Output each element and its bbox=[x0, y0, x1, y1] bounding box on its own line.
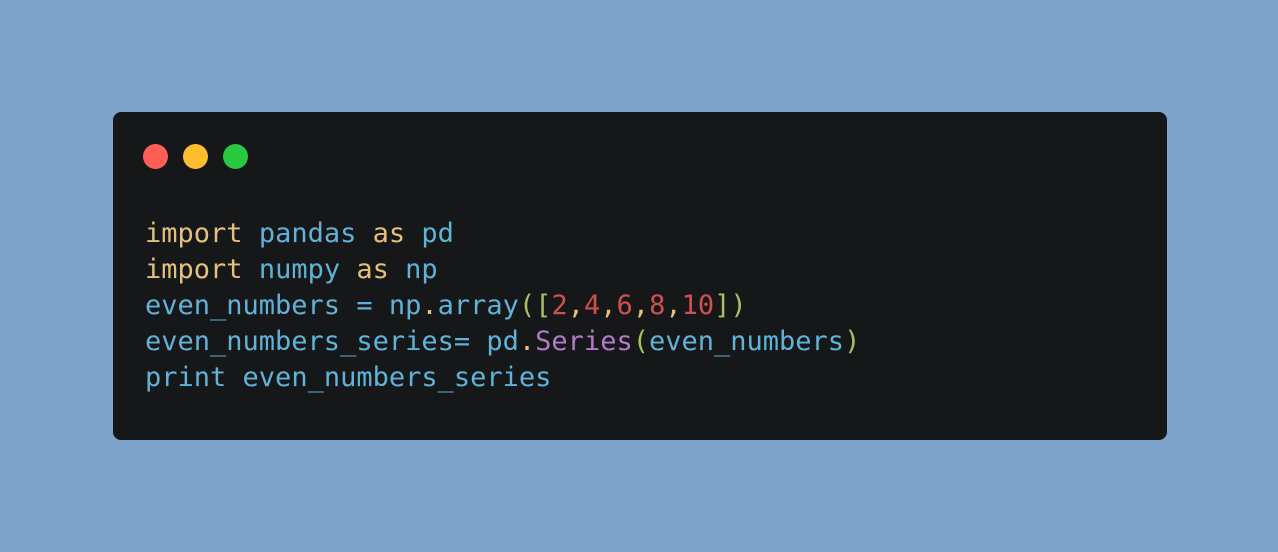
identifier: even_numbers bbox=[145, 290, 341, 321]
number-literal: 2 bbox=[551, 290, 568, 321]
code-line-1: import pandas as pd bbox=[145, 216, 860, 252]
punctuation: ) bbox=[730, 290, 747, 321]
identifier: even_numbers bbox=[648, 326, 845, 357]
code-block: import pandas as pd import numpy as np eve… bbox=[145, 216, 860, 396]
punctuation: , bbox=[632, 290, 650, 321]
keyword: import bbox=[145, 254, 243, 285]
punctuation: ( bbox=[632, 326, 649, 357]
identifier: pandas bbox=[258, 218, 357, 249]
operator: = bbox=[356, 290, 373, 321]
identifier: pd bbox=[421, 218, 454, 249]
identifier: even_numbers_series bbox=[242, 362, 552, 393]
maximize-dot-icon[interactable] bbox=[223, 144, 248, 169]
punctuation: ] bbox=[714, 290, 731, 321]
code-line-2: import numpy as np bbox=[145, 252, 860, 288]
keyword: as bbox=[372, 218, 406, 249]
punctuation: . bbox=[518, 326, 536, 357]
identifier: np bbox=[405, 254, 438, 285]
number-literal: 6 bbox=[616, 290, 633, 321]
punctuation: ( bbox=[518, 290, 536, 321]
close-dot-icon[interactable] bbox=[143, 144, 168, 169]
minimize-dot-icon[interactable] bbox=[183, 144, 208, 169]
code-line-5: print even_numbers_series bbox=[145, 360, 860, 396]
punctuation: , bbox=[665, 290, 682, 321]
punctuation: . bbox=[421, 290, 438, 321]
punctuation: ) bbox=[844, 326, 861, 357]
identifier: np bbox=[388, 290, 422, 321]
punctuation: [ bbox=[535, 290, 552, 321]
identifier: pd bbox=[486, 326, 519, 357]
window-controls bbox=[143, 144, 248, 169]
number-literal: 4 bbox=[584, 290, 601, 321]
operator: = bbox=[453, 326, 471, 357]
identifier: even_numbers_series bbox=[145, 326, 454, 357]
class-name: Series bbox=[535, 326, 633, 357]
code-line-3: even_numbers = np.array([2,4,6,8,10]) bbox=[145, 288, 860, 324]
keyword: import bbox=[145, 218, 243, 249]
identifier: numpy bbox=[258, 254, 341, 285]
code-window: import pandas as pd import numpy as np eve… bbox=[113, 112, 1167, 440]
punctuation: , bbox=[567, 290, 584, 321]
identifier: print bbox=[145, 362, 227, 393]
keyword: as bbox=[356, 254, 389, 285]
number-literal: 10 bbox=[681, 290, 715, 321]
number-literal: 8 bbox=[649, 290, 666, 321]
code-line-4: even_numbers_series= pd.Series(even_numb… bbox=[145, 324, 860, 360]
identifier: array bbox=[437, 290, 519, 321]
punctuation: , bbox=[600, 290, 617, 321]
